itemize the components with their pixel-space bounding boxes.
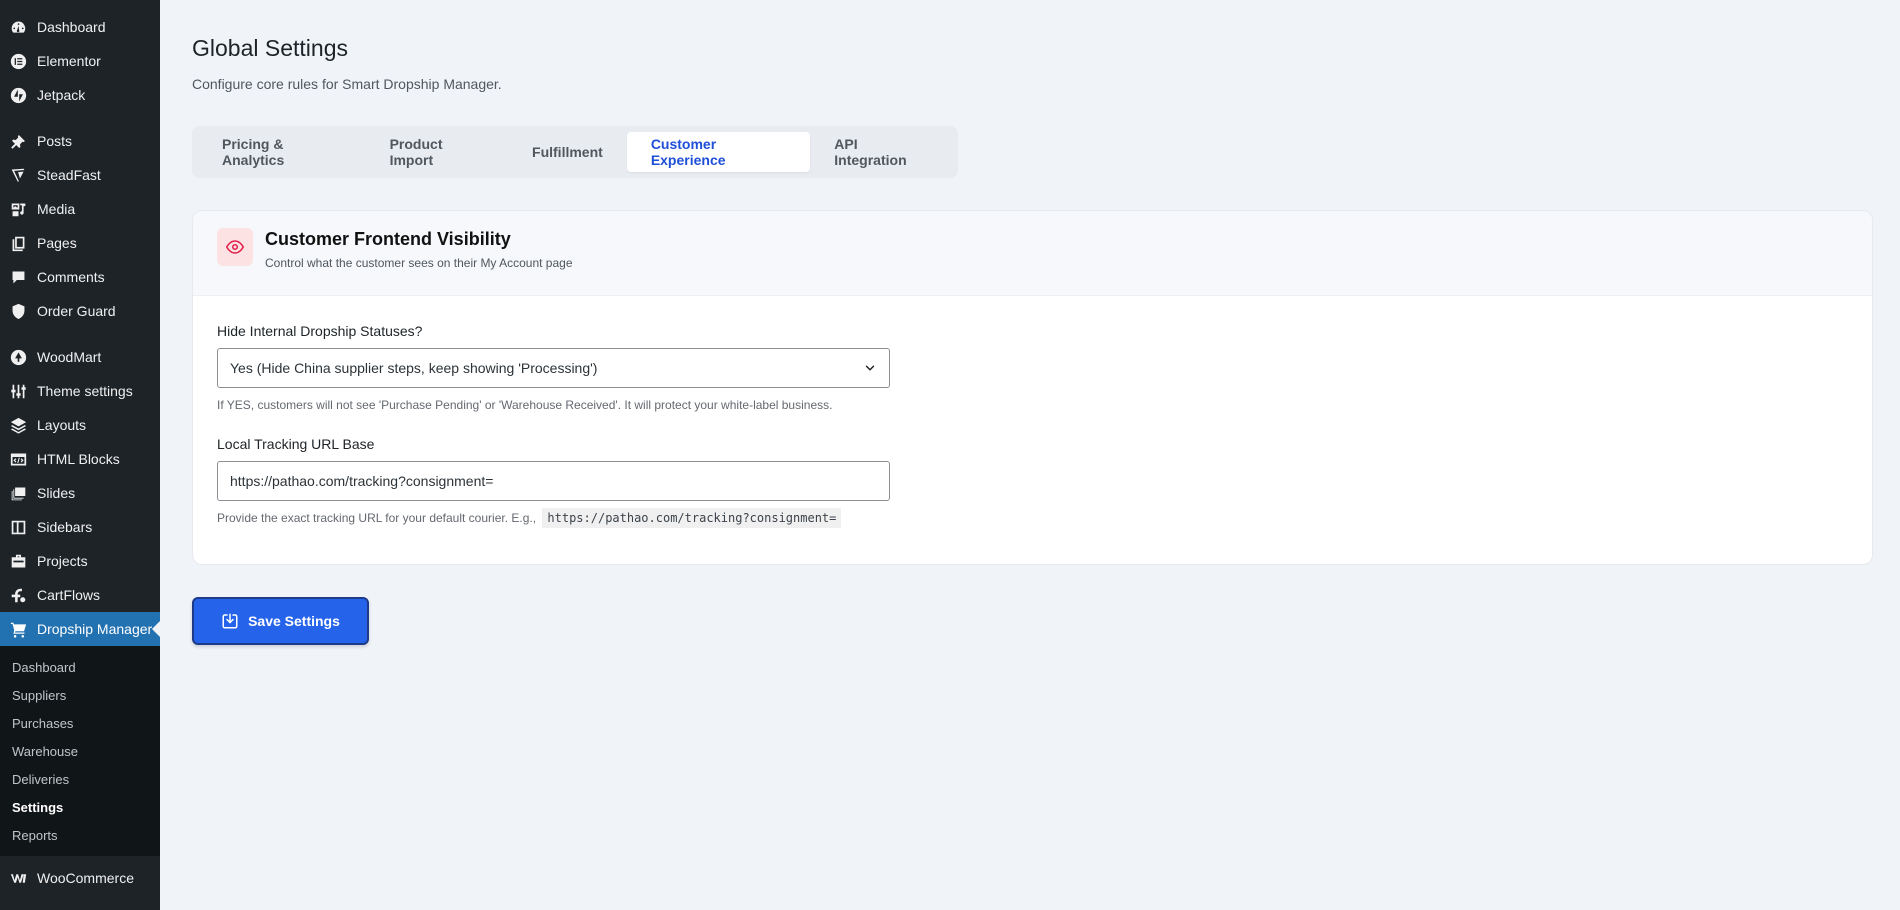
- steadfast-icon: [9, 166, 27, 184]
- submenu-settings[interactable]: Settings: [0, 793, 160, 821]
- menu-woodmart[interactable]: WoodMart: [0, 340, 160, 374]
- menu-label: Posts: [37, 133, 73, 149]
- card-description: Control what the customer sees on their …: [265, 255, 573, 270]
- menu-label: WoodMart: [37, 349, 102, 365]
- tracking-help-text: Provide the exact tracking URL for your …: [217, 511, 537, 525]
- download-box-icon: [222, 613, 238, 629]
- menu-label: Media: [37, 201, 76, 217]
- dropship-submenu: Dashboard Suppliers Purchases Warehouse …: [0, 646, 160, 856]
- menu-slides[interactable]: Slides: [0, 476, 160, 510]
- layers-icon: [9, 416, 27, 434]
- customer-visibility-card: Customer Frontend Visibility Control wha…: [192, 210, 1873, 565]
- tracking-url-label: Local Tracking URL Base: [217, 436, 375, 452]
- tab-product-import[interactable]: Product Import: [366, 132, 508, 172]
- menu-woocommerce[interactable]: WooCommerce: [0, 861, 160, 895]
- tab-fulfillment[interactable]: Fulfillment: [508, 132, 627, 172]
- chevron-down-icon: [865, 365, 875, 371]
- sidebar-icon: [9, 518, 27, 536]
- cartflows-icon: [9, 586, 27, 604]
- tab-pricing-analytics[interactable]: Pricing & Analytics: [198, 132, 366, 172]
- menu-label: Pages: [37, 235, 77, 251]
- menu-label: Comments: [37, 269, 105, 285]
- menu-label: HTML Blocks: [37, 451, 120, 467]
- shield-icon: [9, 302, 27, 320]
- menu-media[interactable]: Media: [0, 192, 160, 226]
- submenu-warehouse[interactable]: Warehouse: [0, 737, 160, 765]
- menu-label: Slides: [37, 485, 76, 501]
- menu-posts[interactable]: Posts: [0, 124, 160, 158]
- menu-order-guard[interactable]: Order Guard: [0, 294, 160, 328]
- menu-dropship-manager[interactable]: Dropship Manager: [0, 612, 160, 646]
- media-icon: [9, 200, 27, 218]
- menu-separator: [0, 112, 160, 124]
- hide-statuses-label: Hide Internal Dropship Statuses?: [217, 323, 423, 339]
- admin-sidebar: Dashboard Elementor Jetpack Posts SteadF…: [0, 0, 160, 910]
- menu-label: CartFlows: [37, 587, 101, 603]
- submenu-purchases[interactable]: Purchases: [0, 709, 160, 737]
- menu-label: Theme settings: [37, 383, 133, 399]
- html-block-icon: [9, 450, 27, 468]
- page-subtitle: Configure core rules for Smart Dropship …: [192, 76, 502, 92]
- briefcase-icon: [9, 552, 27, 570]
- menu-theme-settings[interactable]: Theme settings: [0, 374, 160, 408]
- menu-label: Order Guard: [37, 303, 116, 319]
- tracking-url-help: Provide the exact tracking URL for your …: [217, 508, 1848, 528]
- menu-comments[interactable]: Comments: [0, 260, 160, 294]
- sliders-icon: [9, 382, 27, 400]
- menu-steadfast[interactable]: SteadFast: [0, 158, 160, 192]
- menu-projects[interactable]: Projects: [0, 544, 160, 578]
- menu-dashboard[interactable]: Dashboard: [0, 10, 160, 44]
- pin-icon: [9, 132, 27, 150]
- menu-label: SteadFast: [37, 167, 101, 183]
- menu-label: Jetpack: [37, 87, 86, 103]
- hide-statuses-help: If YES, customers will not see 'Purchase…: [217, 398, 833, 412]
- settings-tabs: Pricing & Analytics Product Import Fulfi…: [192, 126, 958, 178]
- pages-icon: [9, 234, 27, 252]
- menu-label: Sidebars: [37, 519, 93, 535]
- tab-customer-experience[interactable]: Customer Experience: [626, 132, 811, 172]
- card-header: Customer Frontend Visibility Control wha…: [193, 211, 1872, 296]
- tracking-example-code: https://pathao.com/tracking?consignment=: [542, 508, 842, 528]
- menu-jetpack[interactable]: Jetpack: [0, 78, 160, 112]
- tracking-url-input[interactable]: https://pathao.com/tracking?consignment=: [217, 461, 890, 501]
- menu-layouts[interactable]: Layouts: [0, 408, 160, 442]
- dashboard-icon: [9, 18, 27, 36]
- tab-api-integration[interactable]: API Integration: [810, 132, 952, 172]
- menu-separator: [0, 328, 160, 340]
- menu-label: Layouts: [37, 417, 87, 433]
- cart-icon: [9, 620, 27, 638]
- menu-label: WooCommerce: [37, 870, 134, 886]
- elementor-icon: [9, 52, 27, 70]
- submenu-reports[interactable]: Reports: [0, 821, 160, 849]
- menu-label: Dashboard: [37, 19, 106, 35]
- hide-statuses-field: Hide Internal Dropship Statuses? Yes (Hi…: [217, 323, 1848, 412]
- menu-label: Dropship Manager: [37, 621, 153, 637]
- tracking-url-field: Local Tracking URL Base https://pathao.c…: [217, 436, 1848, 528]
- save-settings-button[interactable]: Save Settings: [192, 597, 369, 645]
- woocommerce-icon: [9, 869, 27, 887]
- save-button-label: Save Settings: [248, 613, 340, 629]
- page-title: Global Settings: [192, 35, 348, 61]
- menu-html-blocks[interactable]: HTML Blocks: [0, 442, 160, 476]
- menu-label: Projects: [37, 553, 88, 569]
- eye-icon: [217, 228, 253, 266]
- woodmart-icon: [9, 348, 27, 366]
- menu-cartflows[interactable]: CartFlows: [0, 578, 160, 612]
- submenu-deliveries[interactable]: Deliveries: [0, 765, 160, 793]
- submenu-dashboard[interactable]: Dashboard: [0, 653, 160, 681]
- comment-icon: [9, 268, 27, 286]
- submenu-suppliers[interactable]: Suppliers: [0, 681, 160, 709]
- menu-pages[interactable]: Pages: [0, 226, 160, 260]
- menu-sidebars[interactable]: Sidebars: [0, 510, 160, 544]
- card-title: Customer Frontend Visibility: [265, 228, 511, 249]
- menu-elementor[interactable]: Elementor: [0, 44, 160, 78]
- select-value: Yes (Hide China supplier steps, keep sho…: [230, 360, 598, 376]
- slides-icon: [9, 484, 27, 502]
- card-body: Hide Internal Dropship Statuses? Yes (Hi…: [193, 296, 1872, 528]
- hide-statuses-select[interactable]: Yes (Hide China supplier steps, keep sho…: [217, 348, 890, 388]
- menu-label: Elementor: [37, 53, 101, 69]
- jetpack-icon: [9, 86, 27, 104]
